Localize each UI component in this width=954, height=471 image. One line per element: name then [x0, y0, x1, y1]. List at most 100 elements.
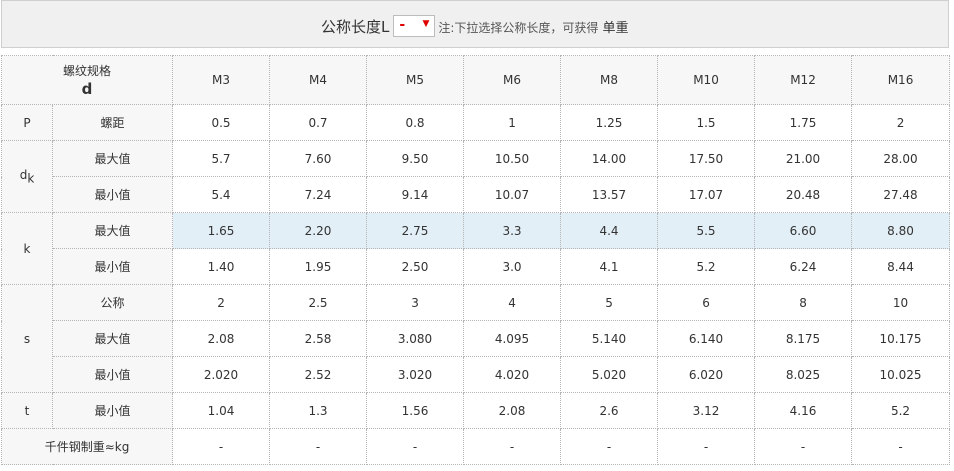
value-cell: 4.020 [463, 356, 562, 393]
value-cell: 4.4 [560, 212, 659, 249]
value-cell: 4.1 [560, 248, 659, 285]
value-cell: 3.3 [463, 212, 562, 249]
value-cell: 1.3 [269, 392, 368, 429]
symbol-subscript: k [27, 171, 35, 186]
thread-spec-label: 螺纹规格 [63, 64, 112, 78]
value-cell: 1.75 [754, 104, 853, 141]
value-cell: 3.0 [463, 248, 562, 285]
size-header: M8 [560, 55, 659, 105]
table-row: k 最大值 1.65 2.20 2.75 3.3 4.4 5.5 6.60 8.80 [1, 212, 951, 285]
value-cell: 10.175 [851, 320, 951, 357]
value-cell: 10 [851, 284, 951, 321]
symbol-text: s [23, 331, 31, 346]
row-label: 螺距 [51, 104, 174, 141]
row-symbol-t: t [1, 392, 53, 429]
row-label: 最大值 [51, 140, 174, 177]
value-cell: 2.75 [366, 212, 465, 249]
value-cell: 5.4 [172, 176, 271, 213]
value-cell: 3.020 [366, 356, 465, 393]
value-cell: 1 [463, 104, 562, 141]
value-cell: 5.140 [560, 320, 659, 357]
value-cell: 6.140 [657, 320, 756, 357]
value-cell: 4 [463, 284, 562, 321]
nominal-length-dropdown[interactable]: - ▼ [393, 15, 436, 37]
value-cell: 8.025 [754, 356, 853, 393]
weight-cell: - [366, 428, 465, 465]
value-cell: 10.025 [851, 356, 951, 393]
value-cell: 1.56 [366, 392, 465, 429]
row-label: 最小值 [51, 248, 174, 285]
value-cell: 9.14 [366, 176, 465, 213]
table-row: dk 最大值 5.7 7.60 9.50 10.50 14.00 17.50 21.00 28… [1, 140, 951, 213]
spec-table: 螺纹规格 d M3 M4 M5 M6 M8 M10 M12 M16 P 螺距 0… [0, 55, 951, 465]
length-selector-group: 公称长度L - ▼ 注:下拉选择公称长度，可获得 单重 [321, 15, 629, 37]
value-cell: 20.48 [754, 176, 853, 213]
value-cell: 3 [366, 284, 465, 321]
row-label: 最小值 [51, 356, 174, 393]
value-cell: 1.5 [657, 104, 756, 141]
row-label: 最大值 [51, 212, 174, 249]
value-cell: 3.080 [366, 320, 465, 357]
value-cell: 2.020 [172, 356, 271, 393]
value-cell: 8.80 [851, 212, 951, 249]
value-cell: 8.44 [851, 248, 951, 285]
weight-label: 千件钢制重≈kg [0, 428, 174, 465]
value-cell: 2.20 [269, 212, 368, 249]
value-cell: 10.07 [463, 176, 562, 213]
value-cell: 2.6 [560, 392, 659, 429]
value-cell: 1.25 [560, 104, 659, 141]
value-cell: 2.50 [366, 248, 465, 285]
row-symbol-s: s [1, 284, 53, 393]
chevron-down-icon: ▼ [422, 19, 430, 29]
weight-cell: - [851, 428, 951, 465]
table-header-row: 螺纹规格 d M3 M4 M5 M6 M8 M10 M12 M16 [0, 55, 951, 105]
table-row: 最大值 2.08 2.58 3.080 4.095 5.140 6.140 8.175 10.… [2, 320, 951, 357]
size-header: M5 [366, 55, 465, 105]
value-cell: 13.57 [560, 176, 659, 213]
value-cell: 10.50 [463, 140, 562, 177]
value-cell: 0.7 [269, 104, 368, 141]
size-header: M12 [754, 55, 853, 105]
value-cell: 0.5 [172, 104, 271, 141]
value-cell: 17.50 [657, 140, 756, 177]
value-cell: 28.00 [851, 140, 951, 177]
value-cell: 5.2 [657, 248, 756, 285]
value-cell: 7.24 [269, 176, 368, 213]
size-header: M6 [463, 55, 562, 105]
size-header: M10 [657, 55, 756, 105]
symbol-text: k [23, 241, 31, 256]
symbol-text: P [23, 115, 31, 130]
value-cell: 2.58 [269, 320, 368, 357]
value-cell: 14.00 [560, 140, 659, 177]
value-cell: 5.2 [851, 392, 951, 429]
row-label: 公称 [51, 284, 174, 321]
value-cell: 8 [754, 284, 853, 321]
table-row: s 公称 2 2.5 3 4 5 6 8 10 [1, 284, 951, 393]
weight-cell: - [463, 428, 562, 465]
row-label: 最小值 [51, 392, 174, 429]
value-cell: 6.24 [754, 248, 853, 285]
table-row: 最小值 2.020 2.52 3.020 4.020 5.020 6.020 8.025 10… [2, 356, 951, 393]
size-header: M4 [269, 55, 368, 105]
value-cell: 17.07 [657, 176, 756, 213]
nominal-length-label: 公称长度L [321, 17, 390, 36]
selection-note-text: 注:下拉选择公称长度，可获得 [438, 20, 599, 35]
weight-cell: - [269, 428, 368, 465]
row-label: 最小值 [51, 176, 174, 213]
row-symbol-p: P [1, 104, 53, 141]
value-cell: 5.7 [172, 140, 271, 177]
size-header: M3 [172, 55, 271, 105]
value-cell: 5.5 [657, 212, 756, 249]
value-cell: 3.12 [657, 392, 756, 429]
selection-note-emphasis: 单重 [598, 20, 629, 36]
value-cell: 2 [172, 284, 271, 321]
value-cell: 9.50 [366, 140, 465, 177]
value-cell: 1.65 [172, 212, 271, 249]
table-row: 最小值 1.40 1.95 2.50 3.0 4.1 5.2 6.24 8.44 [2, 248, 951, 285]
thread-spec-header: 螺纹规格 d [0, 55, 174, 105]
table-row: 最小值 5.4 7.24 9.14 10.07 13.57 17.07 20.48 27.48 [2, 176, 951, 213]
thread-spec-symbol: d [81, 80, 93, 98]
value-cell: 4.16 [754, 392, 853, 429]
value-cell: 1.40 [172, 248, 271, 285]
value-cell: 2.08 [172, 320, 271, 357]
